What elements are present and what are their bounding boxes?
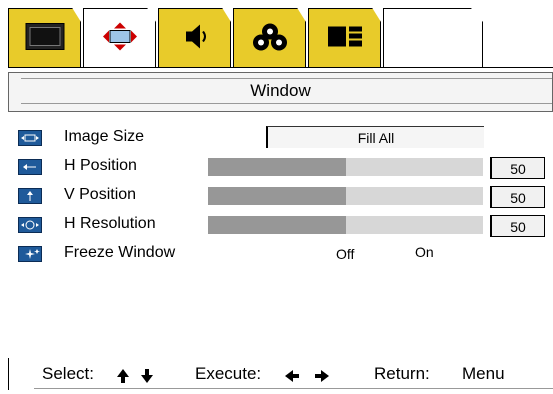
header-rule-top [21, 78, 552, 79]
page-title: Window [250, 81, 311, 100]
menu-row-freeze-window[interactable]: Freeze Window Off On [0, 242, 553, 266]
h-resolution-value: 50 [490, 215, 545, 237]
execute-label: Execute: [195, 364, 262, 383]
h-resolution-fill [208, 216, 346, 234]
image-size-label: Image Size [64, 128, 145, 145]
header-rule-bottom [21, 103, 552, 104]
footer-divider [8, 358, 9, 390]
h-resolution-slider[interactable] [208, 216, 483, 234]
tab-bar [8, 8, 553, 68]
tab-window[interactable] [83, 8, 156, 68]
menu-row-image-size[interactable]: Image Size Fill All [0, 126, 553, 150]
select-label: Select: [42, 364, 94, 383]
v-position-slider[interactable] [208, 187, 483, 205]
return-label: Return: [374, 364, 430, 383]
v-position-icon [18, 188, 42, 204]
tab-layout[interactable] [308, 8, 381, 68]
help-footer: Select: Execute: Return: Menu [8, 358, 553, 390]
v-position-fill [208, 187, 346, 205]
tab-audio[interactable] [158, 8, 231, 68]
freeze-window-icon [18, 246, 42, 262]
h-position-value: 50 [490, 157, 545, 179]
h-position-fill [208, 158, 346, 176]
return-key: Menu [462, 364, 505, 383]
speaker-icon [180, 21, 210, 56]
freeze-off-option[interactable]: Off [336, 246, 354, 262]
window-icon [97, 21, 143, 56]
footer-rule [34, 388, 553, 389]
freeze-on-option[interactable]: On [415, 244, 434, 260]
freeze-window-label: Freeze Window [64, 244, 176, 261]
tab-display[interactable] [8, 8, 81, 68]
image-size-icon [18, 130, 42, 146]
color-circles-icon [249, 21, 291, 56]
image-size-select[interactable]: Fill All [266, 126, 484, 148]
h-position-slider[interactable] [208, 158, 483, 176]
select-arrows-icon [116, 368, 158, 389]
tab-color[interactable] [233, 8, 306, 68]
v-position-label: V Position [64, 186, 137, 203]
h-position-label: H Position [64, 157, 137, 174]
tab-empty [383, 8, 483, 68]
layout-blocks-icon [324, 21, 366, 56]
v-position-value: 50 [490, 186, 545, 208]
h-position-icon [18, 159, 42, 175]
menu-row-h-position[interactable]: H Position 50 [0, 155, 553, 179]
menu-row-h-resolution[interactable]: H Resolution 50 [0, 213, 553, 237]
tab-baseline [8, 67, 553, 68]
h-resolution-icon [18, 217, 42, 233]
h-resolution-label: H Resolution [64, 215, 156, 232]
monitor-icon [24, 20, 66, 57]
page-header: Window [8, 72, 553, 112]
execute-arrows-icon [284, 369, 330, 388]
menu-row-v-position[interactable]: V Position 50 [0, 184, 553, 208]
